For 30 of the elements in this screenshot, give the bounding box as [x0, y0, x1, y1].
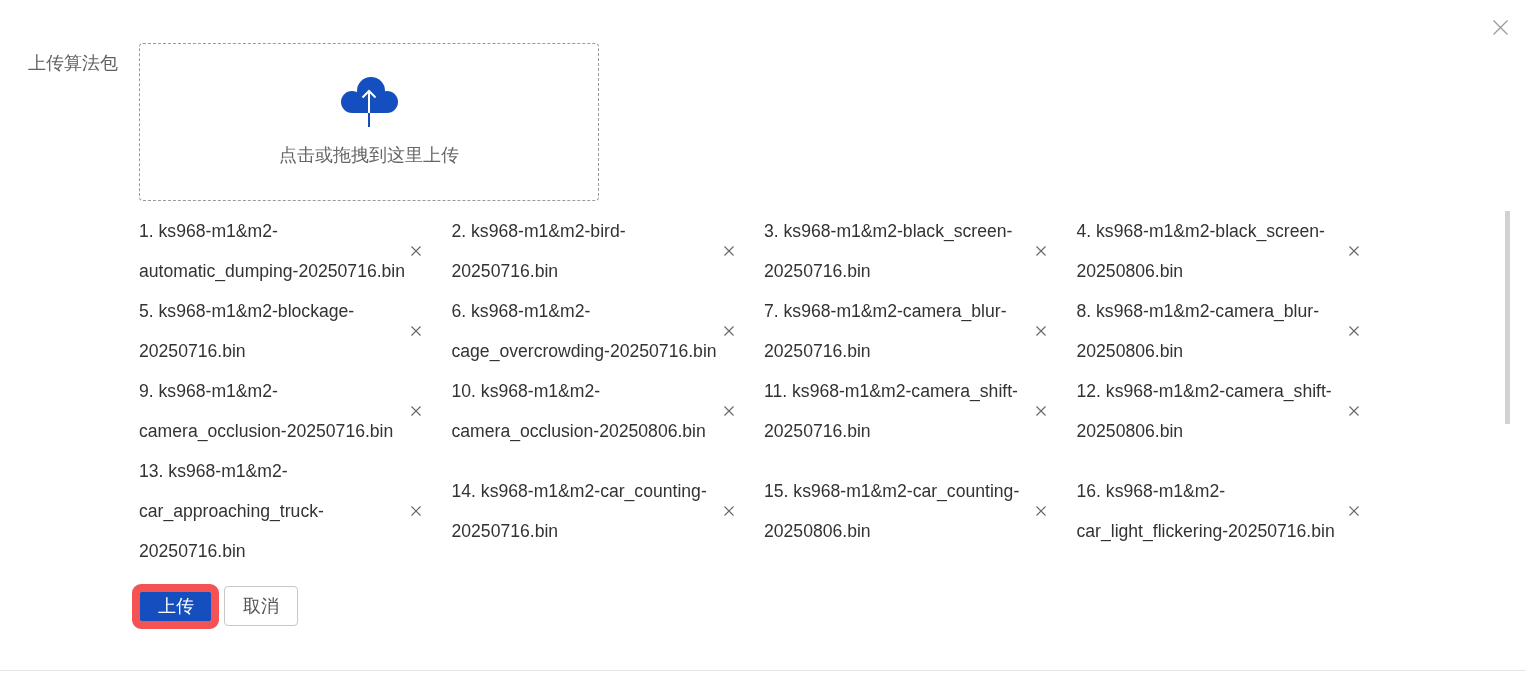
cloud-upload-icon	[339, 77, 398, 127]
field-label: 上传算法包	[28, 52, 118, 75]
close-icon[interactable]	[411, 326, 421, 336]
cancel-button[interactable]: 取消	[224, 586, 298, 626]
close-icon[interactable]	[723, 326, 734, 336]
close-icon[interactable]	[1036, 246, 1046, 256]
file-name: 15. ks968-m1&m2-car_counting-20250806.bin	[764, 480, 1021, 543]
close-icon[interactable]	[723, 246, 734, 256]
file-name: 16. ks968-m1&m2-car_light_flickering-20250716.bin	[1076, 480, 1336, 544]
upload-dropzone[interactable]: 点击或拖拽到这里上传	[139, 43, 599, 201]
file-name: 11. ks968-m1&m2-camera_shift-20250716.bin	[764, 380, 1019, 443]
file-name: 10. ks968-m1&m2-camera_occlusion-20250806.bin	[451, 380, 707, 444]
close-icon[interactable]	[1348, 246, 1359, 256]
close-icon[interactable]	[723, 406, 734, 416]
file-name: 12. ks968-m1&m2-camera_shift-20250806.bin	[1076, 380, 1333, 443]
close-icon[interactable]	[1036, 506, 1046, 516]
scrollbar-thumb[interactable]	[1505, 211, 1510, 424]
close-icon[interactable]	[1348, 326, 1359, 336]
file-name: 13. ks968-m1&m2-car_approaching_truck-20250716.bin	[139, 460, 325, 563]
upload-hint: 点击或拖拽到这里上传	[279, 144, 459, 167]
close-icon[interactable]	[411, 246, 421, 256]
close-icon[interactable]	[411, 406, 421, 416]
close-icon[interactable]	[1493, 20, 1508, 35]
file-name: 14. ks968-m1&m2-car_counting-20250716.bin	[451, 480, 708, 543]
close-icon[interactable]	[1036, 406, 1046, 416]
close-icon[interactable]	[1348, 406, 1359, 416]
close-icon[interactable]	[411, 506, 421, 516]
close-icon[interactable]	[1036, 326, 1046, 336]
close-icon[interactable]	[1348, 506, 1359, 516]
close-icon[interactable]	[723, 506, 734, 516]
